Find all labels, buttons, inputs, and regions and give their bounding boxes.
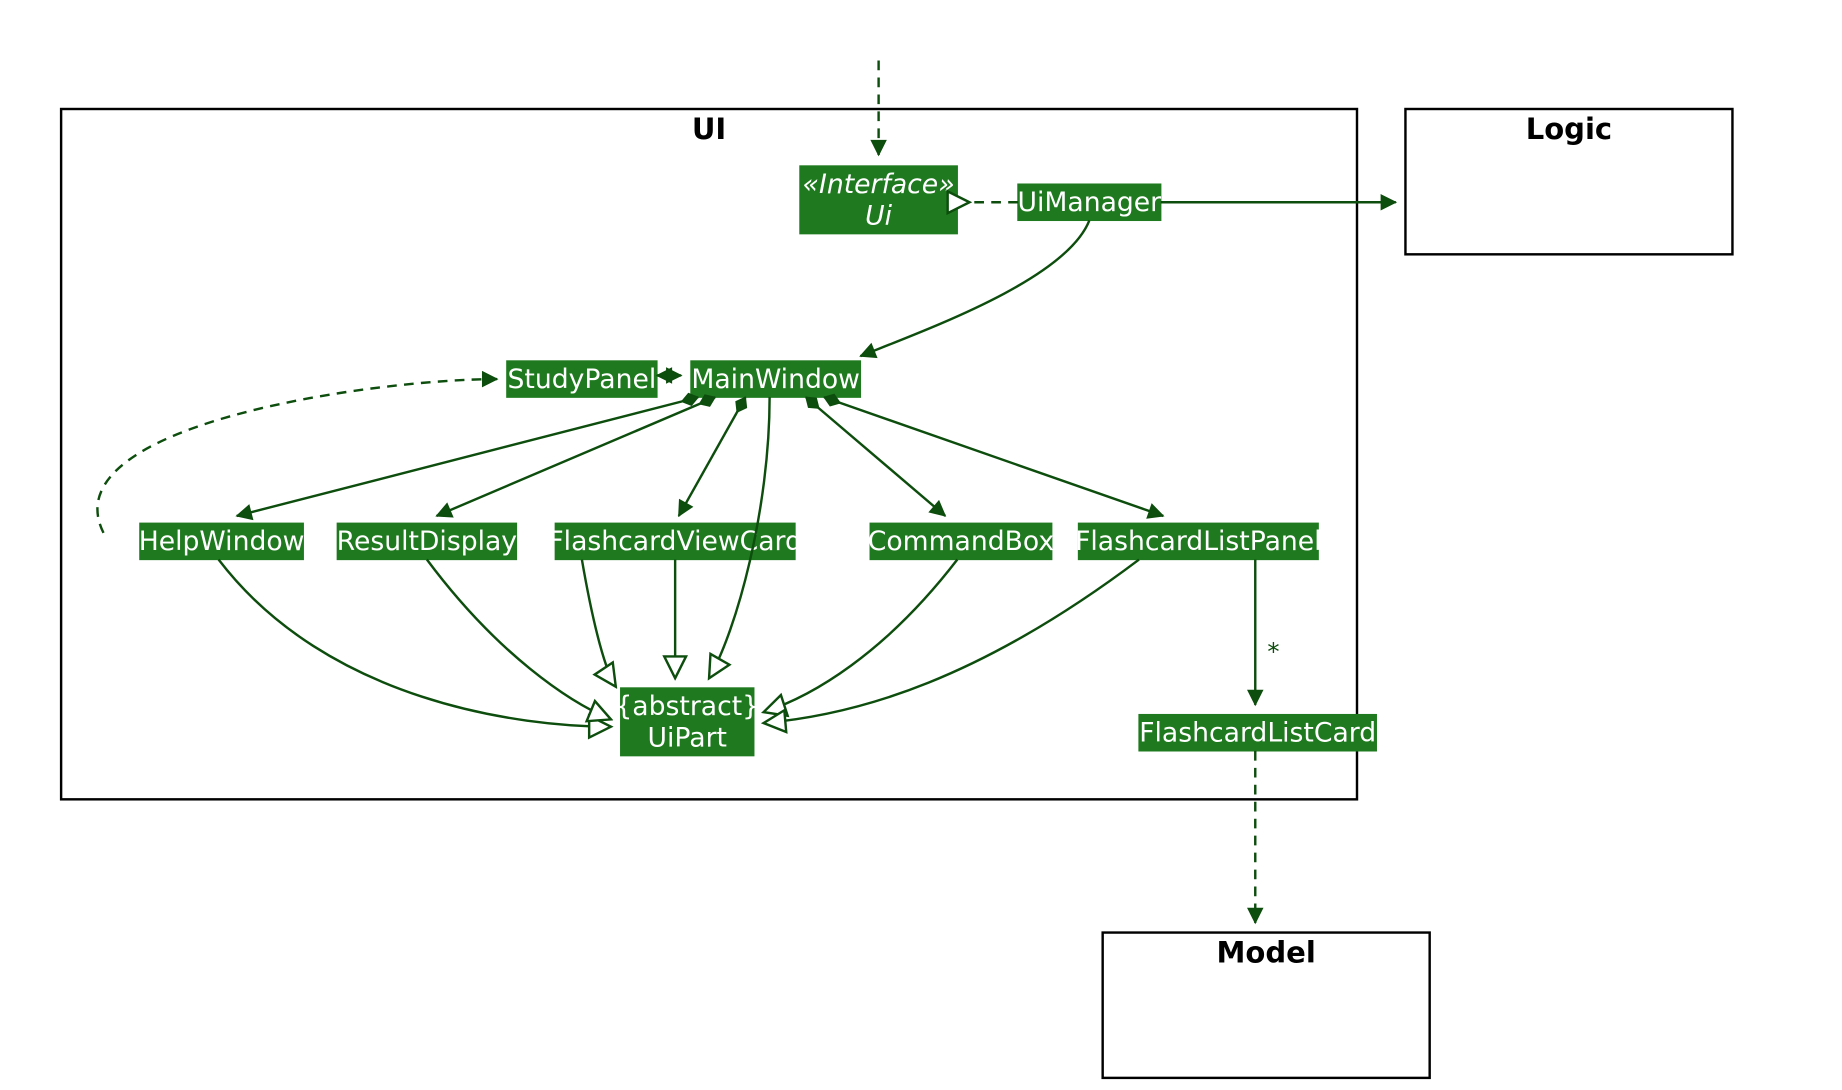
package-label-ui: UI xyxy=(692,112,726,146)
class-label-uiPart-1: {abstract} xyxy=(615,691,759,722)
class-label-uiIface-2: Ui xyxy=(865,200,892,231)
class-label-uiManager: UiManager xyxy=(1018,187,1162,218)
class-label-helpWindow: HelpWindow xyxy=(139,526,305,557)
class-studyPanel: StudyPanel xyxy=(507,361,657,397)
package-label-logic: Logic xyxy=(1526,112,1612,146)
class-label-uiIface-1: «Interface» xyxy=(803,169,955,200)
class-label-mainWindow: MainWindow xyxy=(691,364,860,395)
class-label-commandBox: CommandBox xyxy=(868,526,1054,557)
class-uiIface: «Interface»Ui xyxy=(800,166,957,234)
package-logic: Logic xyxy=(1405,109,1732,254)
class-label-resultDisplay: ResultDisplay xyxy=(337,526,517,557)
class-label-flashcardListPanel: FlashcardListPanel xyxy=(1075,526,1321,557)
class-label-flashcardListCard: FlashcardListCard xyxy=(1139,717,1376,748)
class-uiPart: {abstract}UiPart xyxy=(615,688,759,756)
class-label-flashcardViewCard: FlashcardViewCard xyxy=(548,526,802,557)
class-mainWindow: MainWindow xyxy=(691,361,861,397)
class-flashcardListCard: FlashcardListCard xyxy=(1139,715,1376,751)
class-label-uiPart-2: UiPart xyxy=(648,722,727,753)
package-label-model: Model xyxy=(1217,935,1316,969)
class-helpWindow: HelpWindow xyxy=(139,523,305,559)
class-label-studyPanel: StudyPanel xyxy=(508,364,657,395)
class-flashcardListPanel: FlashcardListPanel xyxy=(1075,523,1321,559)
class-commandBox: CommandBox xyxy=(868,523,1054,559)
class-flashcardViewCard: FlashcardViewCard xyxy=(548,523,802,559)
class-uiManager: UiManager xyxy=(1018,184,1162,220)
multiplicity-flpToFlc: * xyxy=(1267,638,1279,666)
class-resultDisplay: ResultDisplay xyxy=(337,523,517,559)
package-model: Model xyxy=(1103,933,1430,1078)
uml-diagram: UI Logic Model «Interface»Ui UiManager StudyP… xyxy=(0,0,1842,1090)
